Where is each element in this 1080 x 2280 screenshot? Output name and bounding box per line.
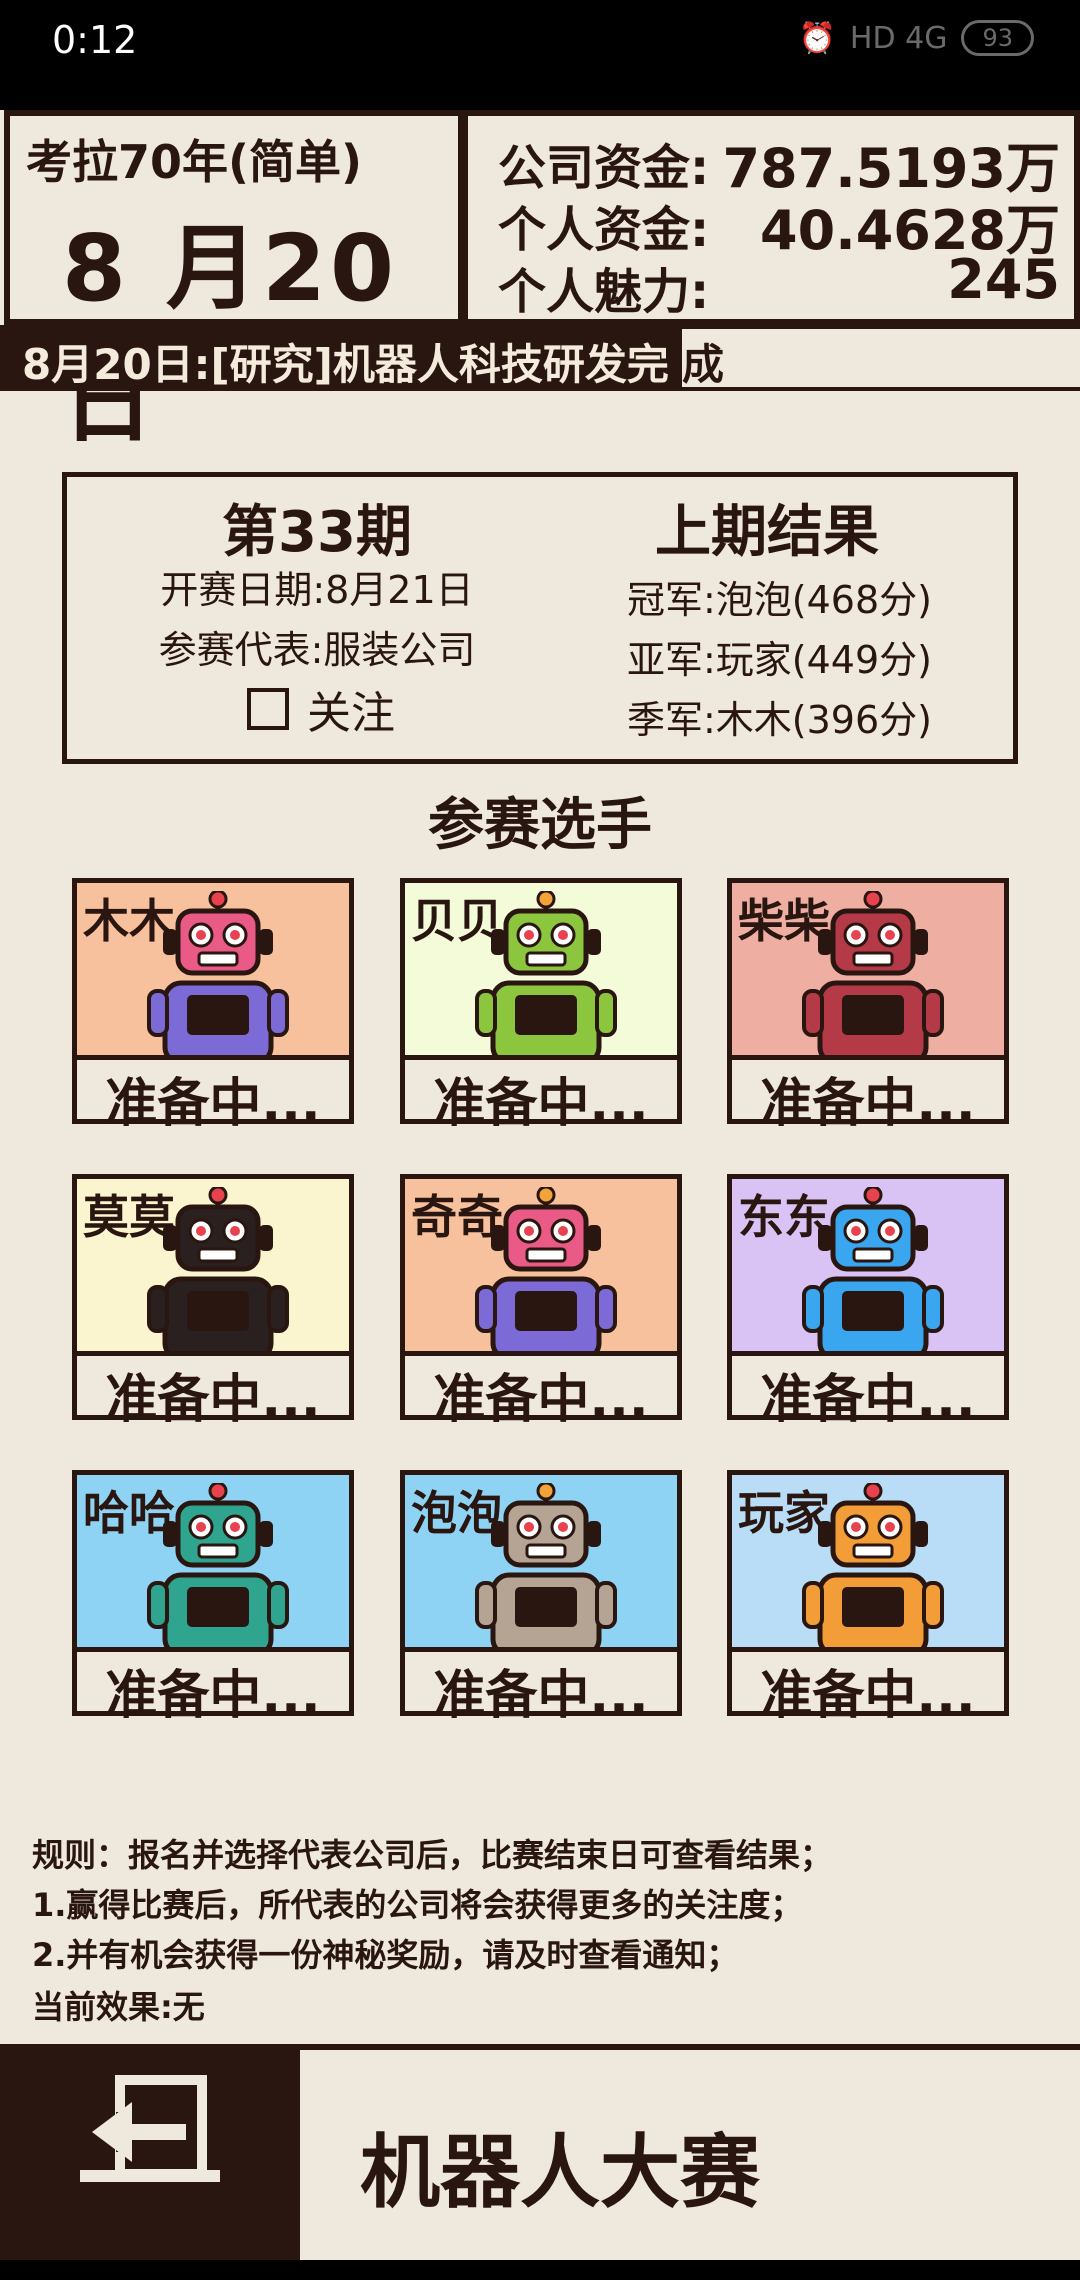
- player-status: 准备中...: [760, 1370, 976, 1430]
- result-third: 季军:木木(396分): [627, 698, 932, 742]
- result-runner-up: 亚军:玩家(449分): [627, 638, 932, 682]
- player-status: 准备中...: [433, 1074, 649, 1134]
- news-text: 8月20日:[研究]机器人科技研发完: [22, 340, 669, 389]
- screen-title: 机器人大赛: [360, 2126, 760, 2219]
- company-funds-label: 公司资金:: [498, 140, 710, 196]
- player-name: 泡泡: [411, 1486, 503, 1540]
- player-card[interactable]: 玩家 准备中...: [727, 1470, 1009, 1726]
- player-name: 木木: [83, 894, 175, 948]
- follow-toggle[interactable]: 关注: [247, 677, 395, 741]
- follow-checkbox[interactable]: [247, 688, 289, 730]
- game-era: 考拉70年(简单): [26, 135, 363, 189]
- player-name: 莫莫: [83, 1190, 175, 1244]
- rule-line: 1.赢得比赛后，所代表的公司将会获得更多的关注度；: [32, 1886, 803, 1924]
- charm-value: 245: [947, 248, 1060, 311]
- player-portrait: 奇奇: [405, 1179, 677, 1356]
- player-name: 哈哈: [83, 1486, 175, 1540]
- player-status: 准备中...: [105, 1074, 321, 1134]
- player-portrait: 玩家: [732, 1475, 1004, 1652]
- player-card[interactable]: 泡泡 准备中...: [400, 1470, 682, 1726]
- nav-bar: [0, 2260, 1080, 2280]
- player-portrait: 东东: [732, 1179, 1004, 1356]
- player-card[interactable]: 木木 准备中...: [72, 878, 354, 1134]
- status-icons: ⏰ HD 4G 93: [799, 20, 1034, 56]
- contest-period: 第33期: [222, 500, 412, 565]
- contest-info-box: 第33期 开赛日期:8月21日 参赛代表:服装公司 关注 上期结果 冠军:泡泡(…: [62, 472, 1018, 764]
- player-status: 准备中...: [105, 1370, 321, 1430]
- player-status: 准备中...: [433, 1666, 649, 1726]
- contest-representative: 参赛代表:服装公司: [158, 628, 476, 672]
- alarm-icon: ⏰: [798, 20, 836, 56]
- result-champion: 冠军:泡泡(468分): [627, 578, 932, 622]
- status-clock: 0:12: [52, 18, 138, 62]
- last-results-title: 上期结果: [655, 500, 879, 565]
- player-name: 柴柴: [738, 894, 830, 948]
- funds-panel: 公司资金: 787.5193万 个人资金: 40.4628万 个人魅力: 245: [462, 110, 1080, 325]
- rule-line: 2.并有机会获得一份神秘奖励，请及时查看通知；: [32, 1936, 739, 1974]
- player-card[interactable]: 奇奇 准备中...: [400, 1174, 682, 1430]
- player-name: 奇奇: [411, 1190, 503, 1244]
- player-status: 准备中...: [760, 1666, 976, 1726]
- player-portrait: 莫莫: [77, 1179, 349, 1356]
- player-card[interactable]: 东东 准备中...: [727, 1174, 1009, 1430]
- personal-funds-label: 个人资金:: [498, 202, 710, 258]
- follow-label: 关注: [307, 688, 395, 739]
- player-name: 贝贝: [411, 894, 503, 948]
- news-text-tail: 成: [682, 340, 725, 389]
- player-status: 准备中...: [105, 1666, 321, 1726]
- current-effect: 当前效果:无: [32, 1988, 205, 2026]
- exit-icon[interactable]: [80, 2072, 220, 2196]
- player-portrait: 哈哈: [77, 1475, 349, 1652]
- date-panel: 考拉70年(简单) 8 月20 日: [4, 110, 464, 455]
- player-portrait: 木木: [77, 883, 349, 1060]
- charm-label: 个人魅力:: [498, 264, 710, 320]
- player-card[interactable]: 贝贝 准备中...: [400, 878, 682, 1134]
- player-card[interactable]: 柴柴 准备中...: [727, 878, 1009, 1134]
- player-card[interactable]: 莫莫 准备中...: [72, 1174, 354, 1430]
- battery-icon: 93: [961, 20, 1034, 56]
- news-ticker-end: [682, 325, 1080, 391]
- player-card[interactable]: 哈哈 准备中...: [72, 1470, 354, 1726]
- player-status: 准备中...: [760, 1074, 976, 1134]
- player-name: 玩家: [738, 1486, 830, 1540]
- player-status: 准备中...: [433, 1370, 649, 1430]
- player-portrait: 柴柴: [732, 883, 1004, 1060]
- players-title: 参赛选手: [428, 793, 652, 858]
- player-portrait: 泡泡: [405, 1475, 677, 1652]
- rule-line: 规则：报名并选择代表公司后，比赛结束日可查看结果；: [32, 1836, 833, 1874]
- contest-start-date: 开赛日期:8月21日: [160, 568, 474, 612]
- player-portrait: 贝贝: [405, 883, 677, 1060]
- network-indicator: HD 4G: [849, 20, 948, 56]
- player-name: 东东: [738, 1190, 830, 1244]
